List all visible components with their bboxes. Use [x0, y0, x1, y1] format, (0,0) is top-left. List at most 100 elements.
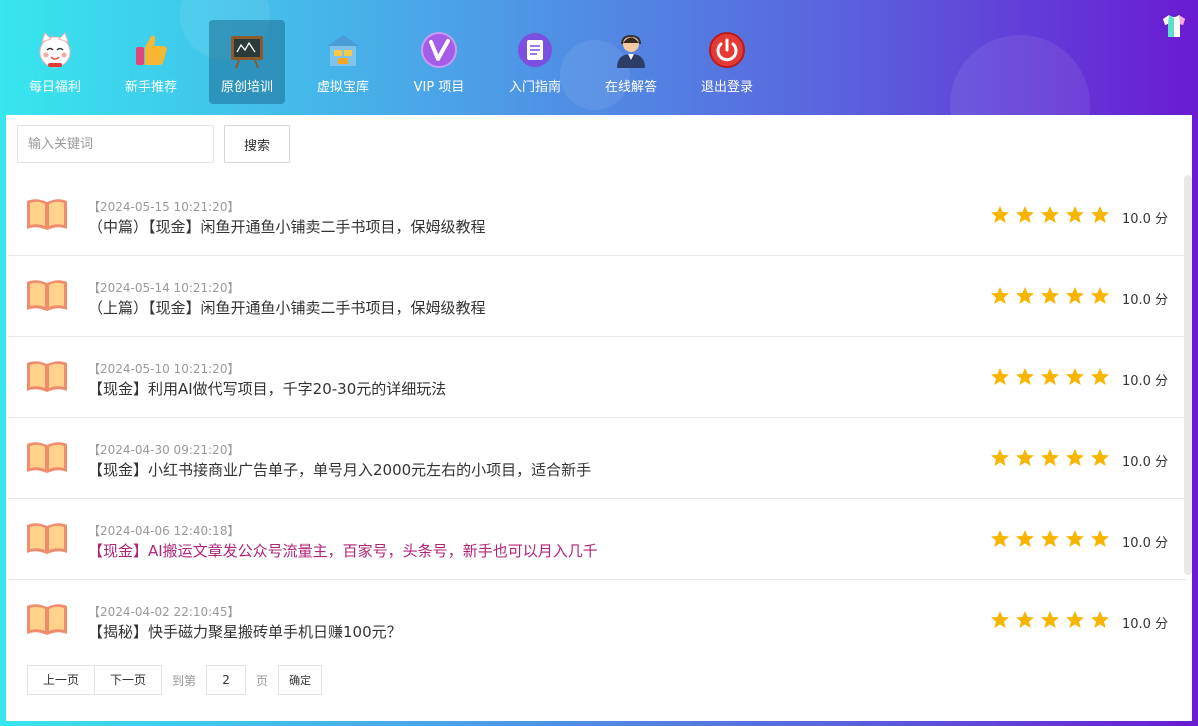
top-header: 每日福利 新手推荐 原创培训 虚拟宝库 VIP 项目 入门指南 在线解答 退出登… — [0, 0, 1198, 115]
article-row[interactable]: 【2024-04-02 22:10:45】 【揭秘】快手磁力聚星搬砖单手机日赚1… — [8, 580, 1186, 661]
article-row[interactable]: 【2024-04-06 12:40:18】 【现金】AI搬运文章发公众号流量主，… — [8, 499, 1186, 580]
vip-icon — [419, 30, 459, 70]
nav-label: 原创培训 — [220, 80, 273, 95]
open-book-icon — [27, 361, 67, 392]
star-icon — [1066, 287, 1084, 304]
nav-item-vip-projects[interactable]: VIP 项目 — [401, 20, 477, 104]
star-rating — [990, 448, 1115, 468]
nav-label: 每日福利 — [28, 80, 81, 95]
article-row[interactable]: 【2024-05-15 10:21:20】 （中篇）【现金】闲鱼开通鱼小铺卖二手… — [8, 175, 1186, 256]
article-date: 【2024-04-06 12:40:18】 — [88, 524, 240, 538]
nav-label: 入门指南 — [508, 80, 561, 95]
star-icon — [1091, 287, 1109, 304]
article-title[interactable]: （上篇）【现金】闲鱼开通鱼小铺卖二手书项目，保姆级教程 — [88, 297, 486, 318]
star-icon — [1091, 611, 1109, 628]
article-date: 【2024-04-02 22:10:45】 — [88, 605, 240, 619]
star-icon — [991, 206, 1009, 223]
prev-page-button[interactable]: 上一页 — [27, 665, 96, 695]
star-icon — [1016, 368, 1034, 385]
nav-label: 在线解答 — [604, 80, 657, 95]
article-date: 【2024-05-10 10:21:20】 — [88, 362, 240, 376]
article-title[interactable]: 【揭秘】快手磁力聚星搬砖单手机日赚100元？ — [88, 621, 402, 642]
star-icon — [1066, 368, 1084, 385]
star-icon — [1041, 206, 1059, 223]
open-book-icon — [27, 523, 67, 554]
star-icon — [1016, 449, 1034, 466]
star-icon — [1066, 449, 1084, 466]
main-nav: 每日福利 新手推荐 原创培训 虚拟宝库 VIP 项目 入门指南 在线解答 退出登… — [17, 20, 785, 104]
article-list: 【2024-05-15 10:21:20】 （中篇）【现金】闲鱼开通鱼小铺卖二手… — [8, 175, 1186, 661]
blackboard-icon — [227, 30, 267, 70]
star-icon — [1016, 530, 1034, 547]
nav-label: VIP 项目 — [413, 80, 465, 95]
article-score: 10.0 分 — [1122, 617, 1169, 632]
star-icon — [991, 368, 1009, 385]
nav-item-original-training[interactable]: 原创培训 — [209, 20, 285, 104]
goto-suffix-label: 页 — [256, 673, 269, 688]
star-icon — [1066, 530, 1084, 547]
article-title[interactable]: 【现金】小红书接商业广告单子，单号月入2000元左右的小项目，适合新手 — [88, 459, 591, 480]
star-icon — [1041, 368, 1059, 385]
star-icon — [1041, 287, 1059, 304]
support-agent-icon — [611, 30, 651, 70]
nav-item-daily-welfare[interactable]: 每日福利 — [17, 20, 93, 104]
star-rating — [990, 529, 1115, 549]
open-book-icon — [27, 199, 67, 230]
article-score: 10.0 分 — [1122, 374, 1169, 389]
star-icon — [991, 530, 1009, 547]
star-icon — [1091, 449, 1109, 466]
article-score: 10.0 分 — [1122, 536, 1169, 551]
document-icon — [515, 30, 555, 70]
nav-label: 新手推荐 — [124, 80, 177, 95]
star-icon — [1016, 206, 1034, 223]
star-icon — [1041, 449, 1059, 466]
star-icon — [1016, 287, 1034, 304]
article-score: 10.0 分 — [1122, 212, 1169, 227]
next-page-button[interactable]: 下一页 — [95, 665, 163, 695]
star-icon — [1041, 530, 1059, 547]
article-score: 10.0 分 — [1122, 293, 1169, 308]
star-icon — [991, 611, 1009, 628]
nav-item-logout[interactable]: 退出登录 — [689, 20, 765, 104]
star-icon — [1016, 611, 1034, 628]
star-icon — [1066, 206, 1084, 223]
star-icon — [1091, 368, 1109, 385]
article-score: 10.0 分 — [1122, 455, 1169, 470]
article-title[interactable]: （中篇）【现金】闲鱼开通鱼小铺卖二手书项目，保姆级教程 — [88, 216, 486, 237]
nav-item-beginner-guide[interactable]: 入门指南 — [497, 20, 573, 104]
goto-prefix-label: 到第 — [172, 673, 197, 688]
lucky-cat-icon — [35, 30, 75, 70]
treasure-house-icon — [323, 30, 363, 70]
star-rating — [990, 367, 1115, 387]
star-icon — [1091, 206, 1109, 223]
nav-label: 虚拟宝库 — [316, 80, 369, 95]
article-title[interactable]: 【现金】AI搬运文章发公众号流量主，百家号，头条号，新手也可以月入几千 — [88, 540, 598, 561]
star-icon — [1041, 611, 1059, 628]
nav-item-virtual-treasury[interactable]: 虚拟宝库 — [305, 20, 381, 104]
article-row[interactable]: 【2024-05-14 10:21:20】 （上篇）【现金】闲鱼开通鱼小铺卖二手… — [8, 256, 1186, 337]
power-icon — [707, 30, 747, 70]
open-book-icon — [27, 280, 67, 311]
nav-label: 退出登录 — [700, 80, 753, 95]
article-row[interactable]: 【2024-05-10 10:21:20】 【现金】利用AI做代写项目，千字20… — [8, 337, 1186, 418]
nav-item-online-answers[interactable]: 在线解答 — [593, 20, 669, 104]
star-icon — [991, 287, 1009, 304]
star-icon — [1066, 611, 1084, 628]
star-icon — [991, 449, 1009, 466]
list-scrollbar[interactable] — [1184, 175, 1192, 575]
thumbs-up-icon — [131, 30, 171, 70]
search-button[interactable]: 搜索 — [224, 125, 290, 163]
content-panel: 搜索 【2024-05-15 10:21:20】 （中篇）【现金】闲鱼开通鱼小铺… — [6, 115, 1192, 721]
page-number-input[interactable] — [206, 665, 247, 695]
article-date: 【2024-04-30 09:21:20】 — [88, 443, 240, 457]
article-row[interactable]: 【2024-04-30 09:21:20】 【现金】小红书接商业广告单子，单号月… — [8, 418, 1186, 499]
search-bar: 搜索 — [17, 125, 290, 163]
star-rating — [990, 205, 1115, 225]
search-input[interactable] — [17, 125, 214, 163]
nav-item-newbie-recommend[interactable]: 新手推荐 — [113, 20, 189, 104]
article-title[interactable]: 【现金】利用AI做代写项目，千字20-30元的详细玩法 — [88, 378, 446, 399]
theme-shirt-icon[interactable] — [1160, 12, 1188, 40]
open-book-icon — [27, 604, 67, 635]
star-rating — [990, 610, 1115, 630]
goto-confirm-button[interactable]: 确定 — [278, 665, 323, 695]
